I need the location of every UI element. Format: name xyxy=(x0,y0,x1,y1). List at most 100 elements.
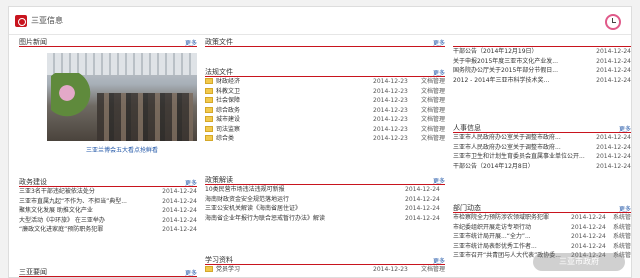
list-item[interactable]: 市纪委组织开展走访专项行动 2014-12-24 系统管 xyxy=(453,223,631,233)
item-date: 2014-12-24 xyxy=(162,188,197,195)
panel-heading: 图片新闻 xyxy=(19,38,47,46)
item-date: 2014-12-23 xyxy=(373,97,408,104)
panel-heading: 政策文件 xyxy=(205,38,233,46)
more-link[interactable]: 更多 xyxy=(433,38,445,47)
item-date: 2014-12-24 xyxy=(405,186,440,193)
panel-header xyxy=(453,35,631,47)
more-link[interactable]: 更多 xyxy=(433,256,445,265)
item-title: 关于申报2015年度三亚市文化产业发... xyxy=(453,57,558,65)
list-item[interactable]: 干部公告（2014年12月19日） 2014-12-24 xyxy=(453,47,631,57)
item-title: 三亚市统计局开展...“全力”... xyxy=(453,233,531,240)
item-title: 三亚市人民政府办公室关于调整市政府... xyxy=(453,134,561,141)
list-item[interactable]: 干部公告（2014年12月8日） 2014-12-24 xyxy=(453,162,631,172)
item-title: 三亚公安机关解读《海南省居住证》 xyxy=(205,205,302,212)
watermark: 三亚市政府 xyxy=(533,253,625,271)
panel-header: 政务建设 更多 xyxy=(19,175,197,187)
list-item[interactable]: 大型活动《中环旅》 在三亚举办 2014-12-24 xyxy=(19,216,197,226)
item-title: 海南财政资金安全规范落地运行 xyxy=(205,195,290,203)
policy-panel: 政策文件 更多 xyxy=(205,35,445,47)
photo-news-panel: 图片新闻 更多 12345 三亚兰博会五大看点抢鲜看 xyxy=(19,35,197,154)
list-item[interactable]: 三亚市统计局开展...“全力”... 2014-12-24 系统管 xyxy=(453,232,631,242)
item-date: 2014-12-23 xyxy=(373,78,408,85)
item-date: 2014-12-24 xyxy=(571,242,606,250)
item-title: 科教文卫 xyxy=(216,87,241,95)
doc-folder-row[interactable]: 司法监察 2014-12-23 文档管理 xyxy=(205,125,445,135)
doc-folder-row[interactable]: 社会保障 2014-12-23 文档管理 xyxy=(205,96,445,106)
doc-folder-row[interactable]: 财政经济 2014-12-23 文档管理 xyxy=(205,77,445,87)
panel-header: 政策解读 更多 xyxy=(205,173,445,185)
item-title: 综合政务 xyxy=(216,106,241,114)
slideshow-image[interactable]: 12345 xyxy=(47,53,197,141)
study-panel: 学习资料 更多 党员学习 2014-12-23 文档管理 xyxy=(205,253,445,275)
more-link[interactable]: 更多 xyxy=(433,176,445,185)
personnel-panel: 人事信息 更多 三亚市人民政府办公室关于调整市政府... 2014-12-24 三… xyxy=(453,121,631,171)
item-title: 海南省企业年报行为联合惩戒暂行办法》解读 xyxy=(205,214,326,222)
doc-folder-row[interactable]: 科教文卫 2014-12-23 文档管理 xyxy=(205,87,445,97)
interpretation-panel: 政策解读 更多 10类民营市场违法违规可新报 2014-12-24 海南财政资金安… xyxy=(205,173,445,223)
item-date: 2014-12-24 xyxy=(162,226,197,233)
list-item[interactable]: 2012 - 2014年三亚市科学技术奖... 2014-12-24 xyxy=(453,76,631,86)
item-kind: 文档管理 xyxy=(420,266,445,273)
item-title: 三亚市直属九起“不作为、不担当”典型... xyxy=(19,197,127,205)
orchid-plant xyxy=(51,73,91,123)
doc-folder-row[interactable]: 党员学习 2014-12-23 文档管理 xyxy=(205,265,445,275)
item-title: 财政经济 xyxy=(216,78,241,85)
list-item[interactable]: 聚焦文化发展 助推文化产业 2014-12-24 xyxy=(19,206,197,216)
list-item[interactable]: 海南财政资金安全规范落地运行 2014-12-24 xyxy=(205,195,445,205)
item-title: 聚焦文化发展 助推文化产业 xyxy=(19,207,93,214)
clock-icon[interactable] xyxy=(605,14,621,30)
item-title: 10类民营市场违法违规可新报 xyxy=(205,186,285,193)
more-link[interactable]: 更多 xyxy=(185,38,197,47)
doc-folder-row[interactable]: 城市建设 2014-12-23 文档管理 xyxy=(205,115,445,125)
folder-icon xyxy=(205,97,213,103)
item-title: 三亚市卫生和计划生育委员会直属事业单位公开... xyxy=(453,153,585,160)
item-title: 城市建设 xyxy=(216,116,241,123)
panel-heading: 学习资料 xyxy=(205,256,233,264)
doc-folder-row[interactable]: 综合政务 2014-12-23 文档管理 xyxy=(205,106,445,116)
list-item[interactable]: 三亚公安机关解读《海南省居住证》 2014-12-24 xyxy=(205,204,445,214)
list-item[interactable]: “廉政文化进家庭”预防职务犯罪 2014-12-24 xyxy=(19,225,197,235)
panel-header: 部门动态 更多 xyxy=(453,201,631,213)
app-window: 三亚信息 图片新闻 更多 12345 三亚兰博会五大看点抢鲜看 政务建设 更多 xyxy=(8,6,632,278)
item-title: 国务院办公厅关于2015年部分节假日... xyxy=(453,67,558,74)
list-item[interactable]: 三亚市直属九起“不作为、不担当”典型... 2014-12-24 xyxy=(19,197,197,207)
folder-icon xyxy=(205,135,213,141)
item-title: 三亚市人民政府办公室关于调整市政府... xyxy=(453,143,561,151)
sanya-news-panel: 三亚要闻 更多 xyxy=(19,265,197,277)
list-item[interactable]: 三亚市统计局表彰优秀工作者... 2014-12-24 系统管 xyxy=(453,242,631,252)
item-date: 2014-12-24 xyxy=(162,197,197,205)
more-link[interactable]: 更多 xyxy=(185,268,197,277)
more-link[interactable]: 更多 xyxy=(185,178,197,187)
list-item[interactable]: 海南省企业年报行为联合惩戒暂行办法》解读 2014-12-24 xyxy=(205,214,445,224)
slideshow-caption[interactable]: 三亚兰博会五大看点抢鲜看 xyxy=(47,145,197,154)
folder-icon xyxy=(205,116,213,122)
panel-heading: 政务建设 xyxy=(19,178,47,186)
item-kind: 系统管 xyxy=(612,214,631,221)
item-date: 2014-12-24 xyxy=(405,195,440,203)
item-kind: 文档管理 xyxy=(420,106,445,114)
list-item[interactable]: 10类民营市场违法违规可新报 2014-12-24 xyxy=(205,185,445,195)
list-item[interactable]: 关于申报2015年度三亚市文化产业发... 2014-12-24 xyxy=(453,57,631,67)
doc-folder-row[interactable]: 综合类 2014-12-23 文档管理 xyxy=(205,134,445,144)
list-item[interactable]: 三亚市卫生和计划生育委员会直属事业单位公开... 2014-12-24 xyxy=(453,152,631,162)
item-date: 2014-12-24 xyxy=(596,67,631,74)
item-kind: 文档管理 xyxy=(420,116,445,123)
more-link[interactable]: 更多 xyxy=(433,68,445,77)
more-link[interactable]: 更多 xyxy=(619,204,631,213)
item-date: 2014-12-24 xyxy=(405,214,440,222)
list-item[interactable]: 市检察院全力预防涉农领域职务犯罪 2014-12-24 系统管 xyxy=(453,213,631,223)
list-item[interactable]: 三亚市人民政府办公室关于调整市政府... 2014-12-24 xyxy=(453,133,631,143)
more-link[interactable]: 更多 xyxy=(619,124,631,133)
list-item[interactable]: 国务院办公厅关于2015年部分节假日... 2014-12-24 xyxy=(453,66,631,76)
list-item[interactable]: 三亚市人民政府办公室关于调整市政府... 2014-12-24 xyxy=(453,143,631,153)
folder-icon xyxy=(205,125,213,132)
item-date: 2014-12-23 xyxy=(373,87,408,95)
item-kind: 系统管 xyxy=(612,223,631,231)
app-logo-icon xyxy=(15,15,27,27)
folder-icon xyxy=(205,106,213,113)
item-kind: 文档管理 xyxy=(420,135,445,142)
panel-header: 学习资料 更多 xyxy=(205,253,445,265)
folder-icon xyxy=(205,87,213,94)
item-title: 党员学习 xyxy=(216,266,241,273)
list-item[interactable]: 三亚3名干部违纪被依法处分 2014-12-24 xyxy=(19,187,197,197)
